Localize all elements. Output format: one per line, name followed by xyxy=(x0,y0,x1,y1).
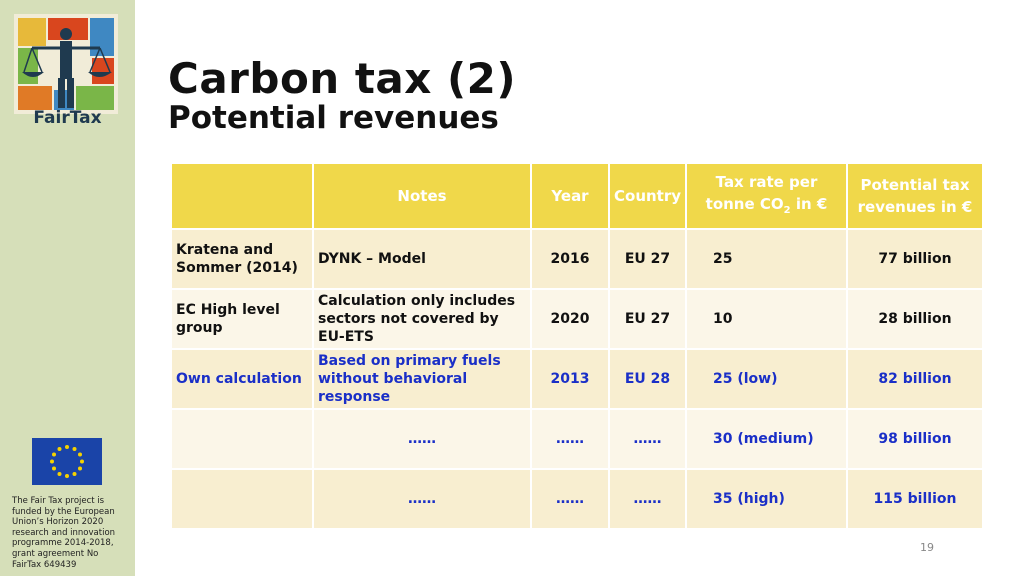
cell-notes: DYNK – Model xyxy=(312,228,532,290)
header-tax-rate-line2: tonne CO2 in € xyxy=(691,195,842,220)
cell-country: …… xyxy=(608,468,687,530)
eu-flag-icon xyxy=(32,438,102,485)
cell-year: 2016 xyxy=(530,228,610,290)
cell-source: EC High level group xyxy=(170,288,314,350)
header-year: Year xyxy=(530,162,610,230)
cell-revenues: 115 billion xyxy=(846,468,984,530)
page-subtitle: Potential revenues xyxy=(168,100,499,136)
header-country: Country xyxy=(608,162,687,230)
cell-notes: Calculation only includes sectors not co… xyxy=(312,288,532,350)
cell-tax-rate: 25 (low) xyxy=(685,348,848,410)
cell-tax-rate: 10 xyxy=(685,288,848,350)
table-row: Own calculation Based on primary fuels w… xyxy=(170,348,984,410)
table-header-row: Notes Year Country Tax rate per tonne CO… xyxy=(170,162,984,230)
logo-text: FairTax xyxy=(33,108,102,128)
cell-country: EU 28 xyxy=(608,348,687,410)
cell-year: 2013 xyxy=(530,348,610,410)
sidebar: FairTax The Fair Tax project is funded b… xyxy=(0,0,135,576)
header-revenues-line2: revenues in € xyxy=(857,198,973,216)
cell-tax-rate: 35 (high) xyxy=(685,468,848,530)
page-title: Carbon tax (2) xyxy=(168,54,517,103)
cell-year: …… xyxy=(530,468,610,530)
header-tax-rate: Tax rate per tonne CO2 in € xyxy=(685,162,848,230)
cell-notes: …… xyxy=(312,408,532,470)
cell-tax-rate: 30 (medium) xyxy=(685,408,848,470)
cell-revenues: 82 billion xyxy=(846,348,984,410)
cell-source xyxy=(170,408,314,470)
cell-notes: Based on primary fuels without behaviora… xyxy=(312,348,532,410)
page-number: 19 xyxy=(920,541,934,554)
header-revenues: Potential tax revenues in € xyxy=(846,162,984,230)
cell-source: Own calculation xyxy=(170,348,314,410)
header-tax-rate-pre: tonne CO xyxy=(705,194,784,213)
cell-notes: …… xyxy=(312,468,532,530)
table-row: EC High level group Calculation only inc… xyxy=(170,288,984,350)
table-row: …… …… …… 30 (medium) 98 billion xyxy=(170,408,984,470)
cell-source: Kratena and Sommer (2014) xyxy=(170,228,314,290)
cell-country: …… xyxy=(608,408,687,470)
funding-text: The Fair Tax project is funded by the Eu… xyxy=(12,496,116,570)
cell-tax-rate: 25 xyxy=(685,228,848,290)
cell-year: …… xyxy=(530,408,610,470)
header-notes: Notes xyxy=(312,162,532,230)
header-tax-rate-sub: 2 xyxy=(783,204,791,216)
cell-source xyxy=(170,468,314,530)
cell-country: EU 27 xyxy=(608,228,687,290)
header-revenues-line1: Potential tax xyxy=(860,176,970,194)
cell-revenues: 77 billion xyxy=(846,228,984,290)
table-row: Kratena and Sommer (2014) DYNK – Model 2… xyxy=(170,228,984,290)
revenue-table: Notes Year Country Tax rate per tonne CO… xyxy=(170,162,984,530)
cell-country: EU 27 xyxy=(608,288,687,350)
header-tax-rate-line1: Tax rate per xyxy=(715,172,818,191)
cell-revenues: 28 billion xyxy=(846,288,984,350)
header-source xyxy=(170,162,314,230)
header-tax-rate-post: in € xyxy=(790,194,828,213)
table-row: …… …… …… 35 (high) 115 billion xyxy=(170,468,984,530)
cell-year: 2020 xyxy=(530,288,610,350)
cell-revenues: 98 billion xyxy=(846,408,984,470)
